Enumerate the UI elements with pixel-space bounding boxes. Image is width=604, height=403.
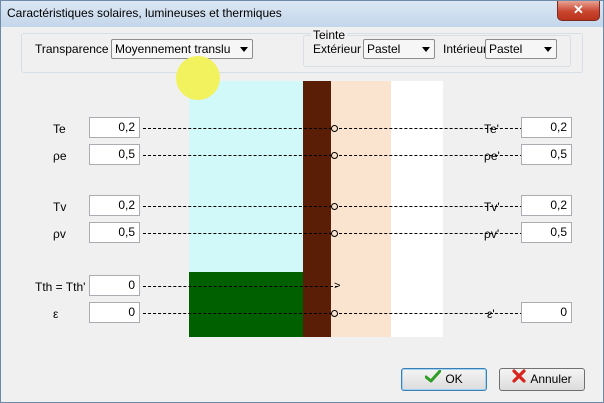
exterieur-select[interactable]: Pastel — [363, 39, 435, 59]
transparence-select[interactable]: Moyennement translu — [111, 39, 253, 59]
interior-zone — [331, 81, 391, 337]
flow-node-dot — [331, 203, 338, 210]
pe-field[interactable]: 0,5 — [89, 144, 140, 165]
exterieur-select-value: Pastel — [367, 42, 401, 56]
sky-area — [189, 81, 303, 272]
pv-prime-field[interactable]: 0,5 — [521, 222, 572, 243]
te-field[interactable]: 0,2 — [89, 117, 140, 138]
epsilon-label: ε — [53, 307, 59, 321]
epsilon-field[interactable]: 0 — [89, 302, 140, 323]
window-title: Caractéristiques solaires, lumineuses et… — [7, 6, 282, 20]
pe-label: ρe — [53, 149, 67, 163]
transparence-select-value: Moyennement translu — [115, 42, 231, 56]
flow-node-dot — [331, 125, 338, 132]
tv-field[interactable]: 0,2 — [89, 195, 140, 216]
epsilon-prime-field[interactable]: 0 — [521, 302, 572, 323]
chevron-down-icon — [422, 47, 430, 52]
sun-icon — [176, 56, 220, 100]
interieur-select[interactable]: Pastel — [485, 39, 557, 59]
tv-prime-label: Tv' — [484, 200, 500, 214]
ground-area — [189, 272, 303, 337]
close-icon: ✕ — [573, 2, 584, 17]
close-button[interactable]: ✕ — [557, 1, 600, 21]
cancel-button-label: Annuler — [530, 372, 572, 386]
te-prime-label: Te' — [484, 122, 499, 136]
chevron-down-icon — [240, 47, 248, 52]
room-zone — [391, 81, 443, 337]
interieur-select-value: Pastel — [489, 42, 523, 56]
pe-prime-field[interactable]: 0,5 — [521, 144, 572, 165]
te-label: Te — [53, 122, 66, 136]
tv-prime-field[interactable]: 0,2 — [521, 195, 572, 216]
interieur-label: Intérieur — [443, 42, 488, 56]
chevron-down-icon — [544, 47, 552, 52]
teinte-group-label: Teinte — [311, 28, 348, 42]
flow-node-dot — [331, 310, 338, 317]
tv-label: Tv — [53, 200, 67, 214]
ok-button[interactable]: OK — [401, 368, 487, 391]
dialog-body: Transparence Moyennement translu Teinte … — [7, 27, 597, 397]
ok-button-label: OK — [445, 372, 463, 386]
tth-field[interactable]: 0 — [89, 275, 140, 296]
dialog-window: Caractéristiques solaires, lumineuses et… — [0, 0, 604, 403]
pv-label: ρv — [53, 227, 66, 241]
pv-prime-label: ρv' — [484, 227, 500, 241]
flow-node-dot — [331, 230, 338, 237]
transparence-label: Transparence — [35, 42, 109, 56]
te-prime-field[interactable]: 0,2 — [521, 117, 572, 138]
tth-flow-line — [143, 286, 338, 287]
window-illustration — [176, 56, 443, 337]
exterieur-label: Extérieur — [313, 42, 362, 56]
epsilon-prime-label: ε' — [487, 307, 495, 321]
arrowhead-icon: > — [334, 280, 341, 292]
pe-prime-label: ρe' — [484, 149, 500, 163]
flow-node-dot — [331, 152, 338, 159]
glazing-wall — [303, 81, 331, 337]
tth-label: Tth = Tth' — [35, 280, 86, 294]
pv-field[interactable]: 0,5 — [89, 222, 140, 243]
cancel-button[interactable]: Annuler — [499, 368, 585, 391]
cross-icon — [512, 369, 526, 390]
title-bar: Caractéristiques solaires, lumineuses et… — [1, 1, 603, 27]
check-icon — [424, 369, 442, 390]
